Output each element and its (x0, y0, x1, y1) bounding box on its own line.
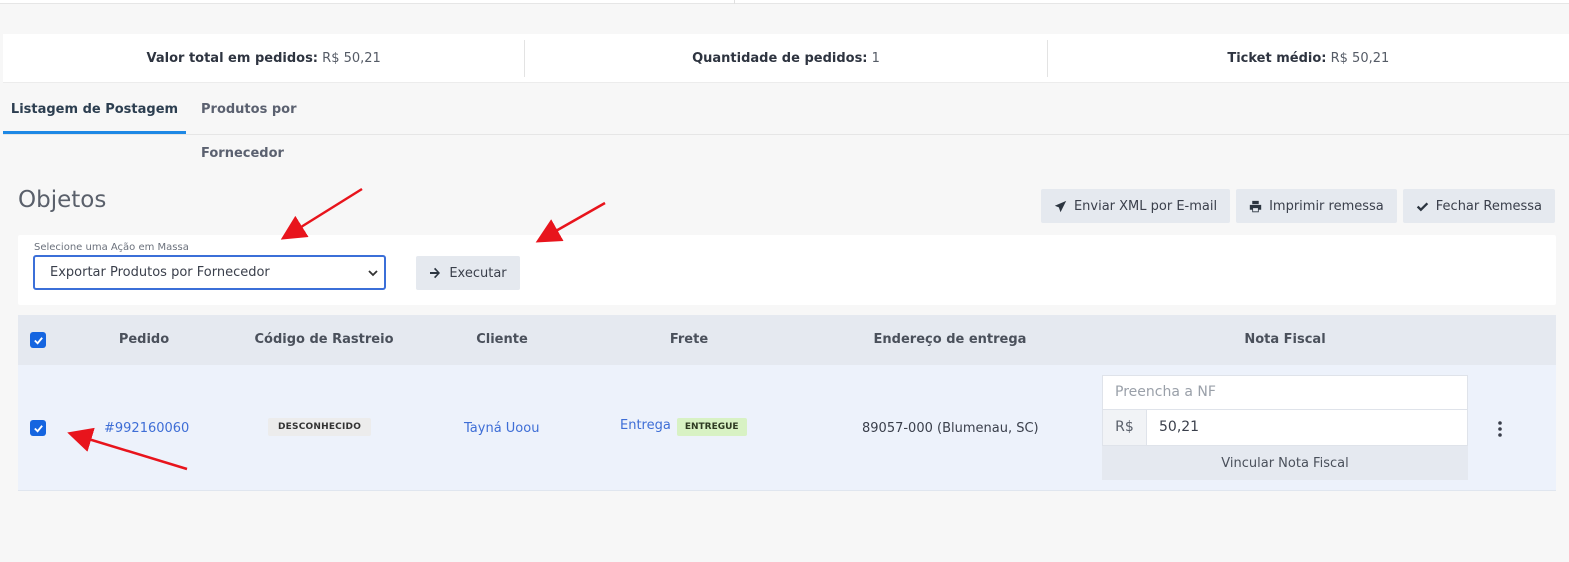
nota-fiscal-box: Preencha a NF R$ 50,21 Vincular Nota Fis… (1102, 375, 1468, 480)
stat-quantity: Quantidade de pedidos: 1 (525, 51, 1046, 66)
link-nf-button[interactable]: Vincular Nota Fiscal (1102, 446, 1468, 480)
close-remessa-button[interactable]: Fechar Remessa (1402, 189, 1555, 223)
close-remessa-label: Fechar Remessa (1435, 198, 1542, 214)
tab-produtos-fornecedor[interactable]: Produtos por Fornecedor (201, 88, 373, 161)
nf-currency: R$ (1103, 410, 1147, 445)
tab-listagem-postagem[interactable]: Listagem de Postagem (3, 88, 186, 134)
stats-bar: Valor total em pedidos: R$ 50,21 Quantid… (3, 34, 1569, 83)
kebab-menu-icon[interactable] (1496, 420, 1504, 438)
orders-table: Pedido Código de Rastreio Cliente Frete … (18, 315, 1556, 491)
col-cliente: Cliente (476, 332, 528, 347)
section-title: Objetos (18, 187, 107, 213)
annotation-arrow (280, 187, 363, 240)
stat-ticket-value: R$ 50,21 (1330, 50, 1390, 66)
print-icon (1249, 200, 1262, 212)
nf-amount-group: R$ 50,21 (1102, 410, 1468, 446)
stat-total-value: R$ 50,21 (322, 50, 381, 66)
col-frete: Frete (669, 332, 709, 347)
tab-bar: Listagem de Postagem Produtos por Fornec… (3, 88, 1569, 161)
table-header: Pedido Código de Rastreio Cliente Frete … (18, 315, 1556, 365)
send-icon (1054, 200, 1067, 212)
stat-ticket: Ticket médio: R$ 50,21 (1048, 51, 1569, 66)
col-nota-fiscal: Nota Fiscal (1244, 332, 1326, 347)
row-checkbox[interactable] (30, 420, 46, 436)
stat-total-label: Valor total em pedidos: (146, 50, 319, 66)
client-link[interactable]: Tayná Uoou (464, 421, 539, 436)
toolbar: Enviar XML por E-mail Imprimir remessa F… (1040, 189, 1555, 223)
order-link[interactable]: #992160060 (104, 421, 189, 436)
top-bar (0, 0, 1569, 4)
mass-action-label: Selecione uma Ação em Massa (34, 242, 189, 253)
check-icon (1416, 201, 1428, 211)
col-endereco: Endereço de entrega (873, 332, 1027, 347)
top-bar-divider (734, 0, 735, 4)
send-xml-label: Enviar XML por E-mail (1073, 198, 1218, 214)
table-row: #992160060 DESCONHECIDO Tayná Uoou Entre… (18, 365, 1556, 491)
col-rastreio: Código de Rastreio (254, 332, 394, 347)
arrow-right-icon (430, 267, 441, 279)
print-remessa-button[interactable]: Imprimir remessa (1236, 189, 1397, 223)
tracking-badge: DESCONHECIDO (268, 418, 372, 436)
execute-button[interactable]: Executar (416, 256, 520, 290)
shipping-status-badge: ENTREGUE (676, 418, 747, 436)
send-xml-button[interactable]: Enviar XML por E-mail (1040, 189, 1231, 223)
nf-amount-input[interactable]: 50,21 (1147, 410, 1467, 445)
shipping-link[interactable]: Entrega (620, 418, 671, 433)
select-all-checkbox[interactable] (30, 332, 46, 348)
mass-action-panel: Selecione uma Ação em Massa Exportar Pro… (18, 235, 1556, 305)
print-remessa-label: Imprimir remessa (1269, 198, 1384, 214)
stat-quantity-value: 1 (871, 50, 880, 66)
mass-action-selected: Exportar Produtos por Fornecedor (50, 265, 270, 280)
stat-ticket-label: Ticket médio: (1227, 50, 1327, 66)
address-cell: 89057-000 (Blumenau, SC) (862, 421, 1039, 436)
chevron-down-icon (368, 270, 378, 277)
check-icon (33, 336, 43, 345)
stat-quantity-label: Quantidade de pedidos: (692, 50, 868, 66)
stat-total: Valor total em pedidos: R$ 50,21 (3, 51, 524, 66)
col-pedido: Pedido (118, 332, 170, 347)
mass-action-select[interactable]: Exportar Produtos por Fornecedor (33, 255, 386, 290)
execute-label: Executar (449, 265, 507, 281)
nf-number-input[interactable]: Preencha a NF (1102, 375, 1468, 410)
tracking-cell: DESCONHECIDO (268, 418, 372, 436)
check-icon (33, 424, 43, 433)
shipping-cell: Entrega ENTREGUE (620, 418, 747, 436)
